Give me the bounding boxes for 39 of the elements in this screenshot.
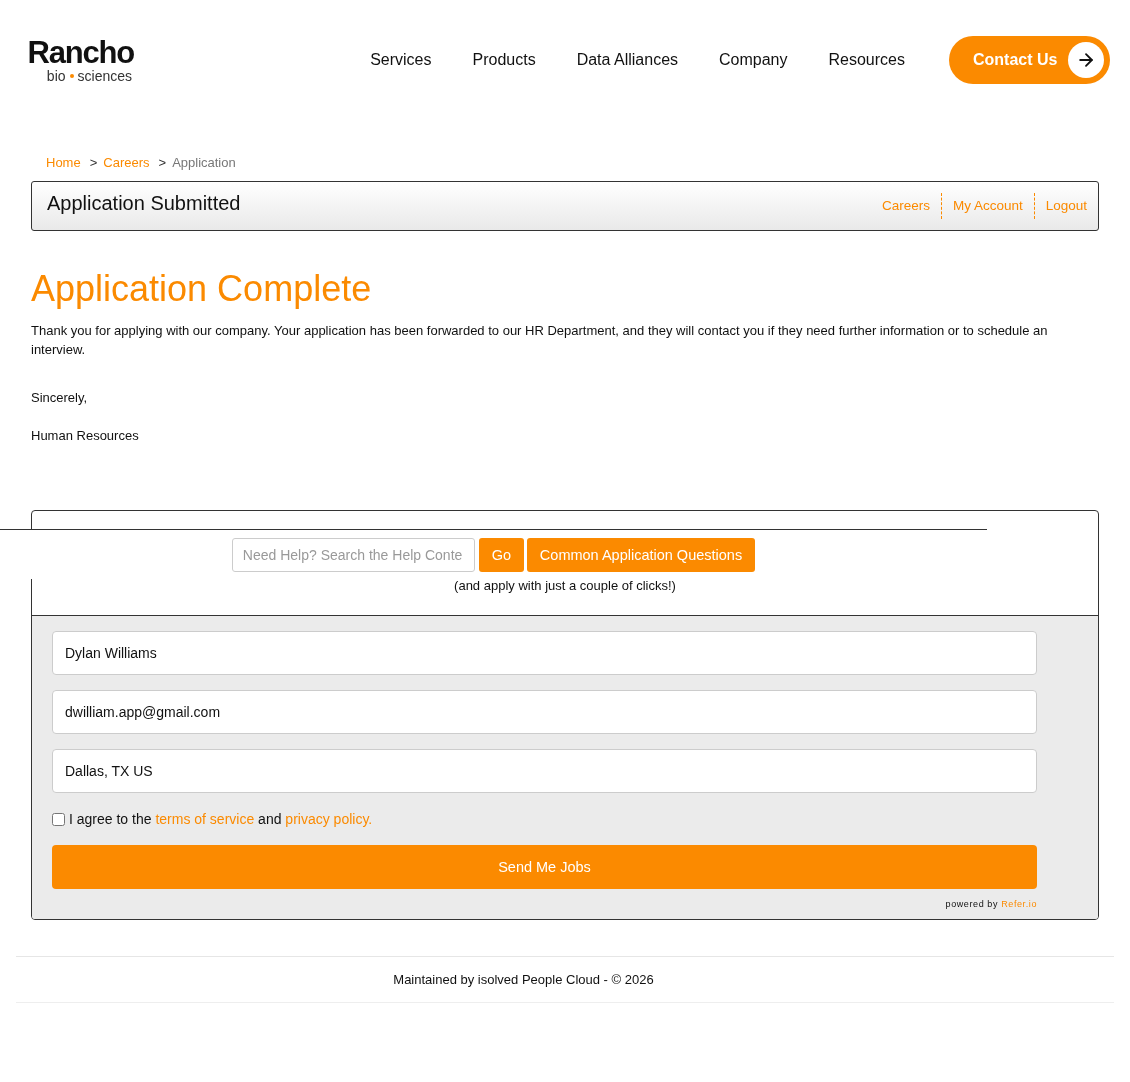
- powered-by-text: powered by Refer.io: [945, 899, 1037, 909]
- input-field[interactable]: dwilliam.app@gmail.com: [52, 690, 1037, 734]
- terms-link[interactable]: terms of service: [155, 811, 255, 827]
- nav-link[interactable]: Products: [472, 50, 536, 70]
- complete-heading: Application Complete: [31, 269, 373, 309]
- privacy-link[interactable]: privacy policy.: [285, 811, 373, 827]
- input-field[interactable]: Dallas, TX US: [52, 749, 1037, 793]
- confirmation-message: Thank you for applying with our company. Your application has been forwarded to our HR Department, and they will contact you if they need further information or to schedule an interview.: [31, 322, 1049, 359]
- nav-link[interactable]: Resources: [828, 50, 905, 70]
- logo-tagline: sciences: [77, 68, 132, 83]
- faq-button[interactable]: Common Application Questions: [526, 538, 756, 572]
- page-title: Application Submitted: [47, 191, 241, 215]
- contact-button[interactable]: Contact Us: [949, 36, 1110, 84]
- logo-wordmark: Rancho: [27, 37, 134, 68]
- brand-link[interactable]: Refer.io: [1001, 899, 1037, 909]
- go-button[interactable]: Go: [478, 538, 524, 572]
- apply-subtitle: (and apply with just a couple of clicks!): [453, 578, 677, 594]
- signature-text: Human Resources: [31, 427, 140, 445]
- agree-checkbox[interactable]: [52, 812, 65, 826]
- input-field[interactable]: Dylan Williams: [52, 631, 1037, 675]
- closing-text: Sincerely,: [31, 389, 89, 407]
- dot-icon: [69, 73, 74, 78]
- agree-text: I agree to the terms of service and privacy policy.: [69, 810, 373, 828]
- header-link[interactable]: Logout: [1033, 193, 1098, 219]
- breadcrumb-link[interactable]: Careers: [103, 156, 150, 170]
- send-jobs-button[interactable]: Send Me Jobs: [52, 845, 1037, 889]
- nav-link[interactable]: Services: [370, 50, 432, 70]
- nav-link[interactable]: Data Alliances: [576, 50, 679, 70]
- breadcrumb-separator: >: [158, 156, 167, 170]
- logo-tagline: bio: [46, 68, 66, 83]
- breadcrumb-separator: >: [89, 156, 98, 170]
- footer-text: Maintained by isolved People Cloud - © 2026: [393, 972, 654, 987]
- help-search-field[interactable]: Need Help? Search the Help Conte: [231, 538, 475, 572]
- breadcrumb-current: Application: [172, 156, 236, 170]
- arrow-right-icon: [1068, 42, 1104, 78]
- breadcrumb-link[interactable]: Home: [46, 156, 81, 170]
- nav-link[interactable]: Company: [719, 50, 788, 70]
- header-link[interactable]: My Account: [940, 193, 1034, 219]
- header-link[interactable]: Careers: [870, 193, 941, 219]
